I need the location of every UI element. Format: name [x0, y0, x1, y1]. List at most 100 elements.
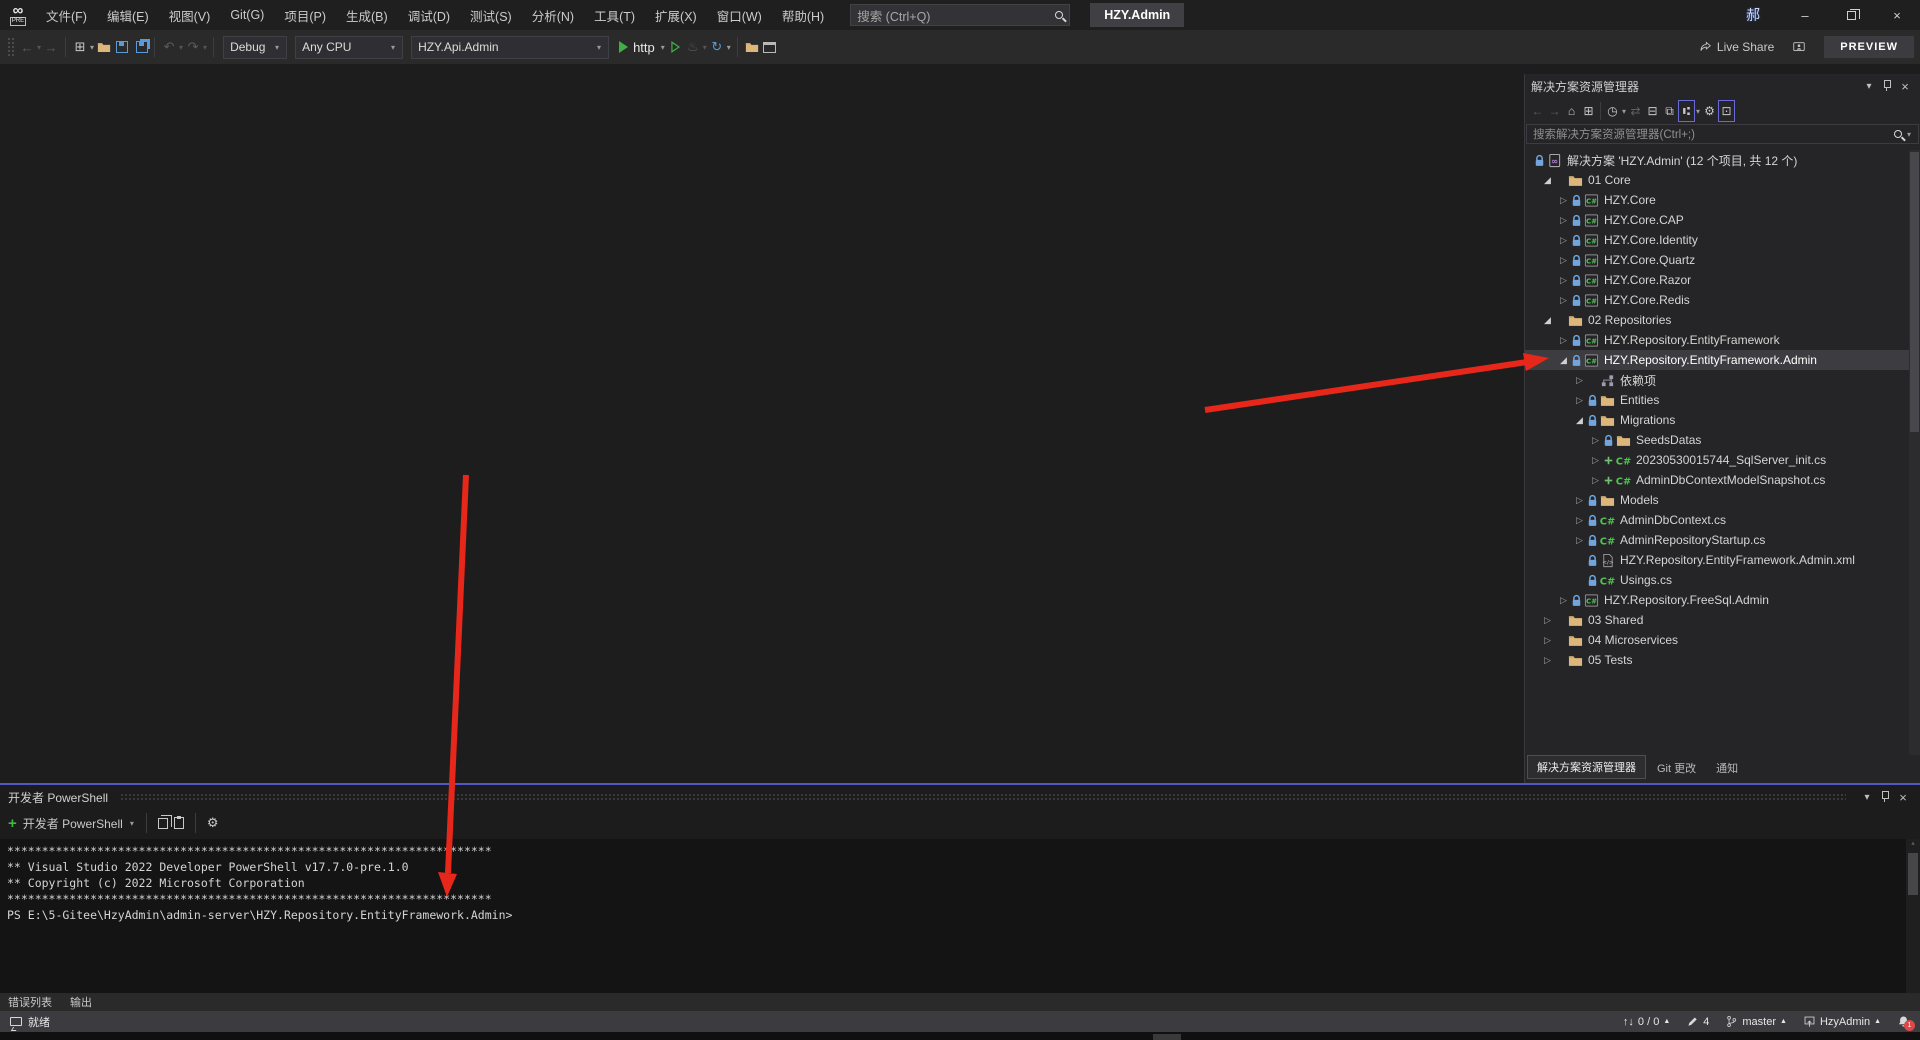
tree-row[interactable]: ▷依赖项 — [1525, 370, 1920, 390]
platform-dropdown[interactable]: Any CPU▾ — [295, 36, 403, 59]
menu-item-gitg[interactable]: Git(G) — [220, 0, 274, 30]
new-item-caret[interactable]: ▾ — [90, 43, 94, 52]
menu-item-h[interactable]: 帮助(H) — [772, 0, 834, 30]
restart-icon[interactable]: ↻ — [708, 35, 726, 59]
se-pending-changes-filter-icon[interactable]: ◷ — [1604, 100, 1621, 122]
tree-row[interactable]: ▷AdminDbContextModelSnapshot.cs — [1525, 470, 1920, 490]
se-preview-selected-toggle-icon[interactable]: ⊡ — [1718, 100, 1735, 122]
menu-item-f[interactable]: 文件(F) — [36, 0, 97, 30]
new-item-icon[interactable]: ⊞ — [71, 35, 89, 59]
window-position-caret-icon[interactable]: ▾ — [1858, 792, 1876, 803]
hot-reload-caret[interactable]: ▾ — [703, 43, 707, 52]
menu-item-v[interactable]: 视图(V) — [159, 0, 221, 30]
menu-item-x[interactable]: 扩展(X) — [645, 0, 707, 30]
account-avatar[interactable]: 郝 — [1746, 5, 1760, 25]
menu-item-p[interactable]: 项目(P) — [274, 0, 336, 30]
pin-icon[interactable] — [1876, 790, 1894, 805]
tree-row[interactable]: 解决方案 'HZY.Admin' (12 个项目, 共 12 个) — [1525, 150, 1920, 170]
se-nested-view-caret[interactable]: ▾ — [1696, 107, 1700, 116]
menu-item-s[interactable]: 测试(S) — [460, 0, 522, 30]
preview-button[interactable]: PREVIEW — [1824, 36, 1914, 58]
tree-row[interactable]: ▷05 Tests — [1525, 650, 1920, 670]
se-show-all-files-icon[interactable]: ⧉ — [1661, 100, 1678, 122]
tree-chevron-collapsed-icon[interactable]: ▷ — [1573, 375, 1586, 386]
se-tab-inactive[interactable]: Git 更改 — [1648, 757, 1705, 779]
menu-item-n[interactable]: 分析(N) — [522, 0, 584, 30]
copy-icon[interactable] — [158, 818, 168, 829]
feedback-icon[interactable] — [1792, 40, 1806, 54]
tree-row[interactable]: ▷HZY.Repository.EntityFramework — [1525, 330, 1920, 350]
git-repo-status[interactable]: HzyAdmin ▲ — [1803, 1015, 1881, 1028]
undo-icon[interactable]: ↶ — [160, 35, 178, 59]
tree-chevron-expanded-icon[interactable]: ◢ — [1541, 175, 1554, 186]
notifications-bell[interactable]: 1 — [1897, 1015, 1910, 1028]
tree-row[interactable]: HZY.Repository.EntityFramework.Admin.xml — [1525, 550, 1920, 570]
tree-row[interactable]: ▷AdminDbContext.cs — [1525, 510, 1920, 530]
se-home-icon[interactable]: ⌂ — [1563, 100, 1580, 122]
pending-edits-status[interactable]: 4 — [1686, 1015, 1709, 1028]
close-button[interactable]: × — [1874, 0, 1920, 30]
paste-icon[interactable] — [174, 817, 184, 829]
save-icon[interactable] — [113, 35, 131, 59]
chevron-down-icon[interactable]: ▾ — [130, 819, 134, 828]
se-back-icon[interactable]: ← — [1529, 100, 1546, 122]
se-forward-icon[interactable]: → — [1546, 100, 1563, 122]
live-share-button[interactable]: Live Share — [1690, 40, 1782, 54]
toolbar-grip[interactable] — [7, 37, 15, 57]
redo-caret[interactable]: ▾ — [203, 43, 207, 52]
tree-row[interactable]: ▷HZY.Core.Quartz — [1525, 250, 1920, 270]
nav-back-icon[interactable]: ← — [18, 35, 36, 59]
startup-project-dropdown[interactable]: HZY.Api.Admin▾ — [411, 36, 609, 59]
close-icon[interactable]: × — [1894, 790, 1912, 805]
tree-row[interactable]: ▷HZY.Repository.FreeSql.Admin — [1525, 590, 1920, 610]
tree-row[interactable]: ▷20230530015744_SqlServer_init.cs — [1525, 450, 1920, 470]
tree-row[interactable]: Usings.cs — [1525, 570, 1920, 590]
tree-row[interactable]: ▷HZY.Core.Identity — [1525, 230, 1920, 250]
configuration-dropdown[interactable]: Debug▾ — [223, 36, 287, 59]
tree-chevron-collapsed-icon[interactable]: ▷ — [1541, 615, 1554, 626]
terminal-scrollbar[interactable]: ▴ — [1906, 839, 1920, 995]
restore-button[interactable] — [1828, 0, 1874, 30]
se-switch-views-icon[interactable]: ⊞ — [1580, 100, 1597, 122]
se-nested-view-toggle-icon[interactable]: ⑆ — [1678, 100, 1695, 122]
nav-forward-icon[interactable]: → — [42, 35, 60, 59]
menu-item-b[interactable]: 生成(B) — [336, 0, 398, 30]
minimize-button[interactable]: – — [1782, 0, 1828, 30]
tree-row[interactable]: ▷HZY.Core — [1525, 190, 1920, 210]
tree-row[interactable]: ◢HZY.Repository.EntityFramework.Admin — [1525, 350, 1920, 370]
tree-row[interactable]: ▷HZY.Core.Razor — [1525, 270, 1920, 290]
start-without-debugging-button[interactable] — [666, 35, 684, 59]
solution-explorer-search-box[interactable]: 搜索解决方案资源管理器(Ctrl+;) ▾ — [1526, 124, 1919, 144]
panel-tab[interactable]: 输出 — [70, 994, 92, 1010]
start-debugging-button[interactable]: http ▾ — [619, 35, 666, 59]
tree-row[interactable]: ▷HZY.Core.CAP — [1525, 210, 1920, 230]
se-sync-active-document-icon[interactable]: ⇄ — [1627, 100, 1644, 122]
tree-row[interactable]: ▷Entities — [1525, 390, 1920, 410]
tree-row[interactable]: ▷SeedsDatas — [1525, 430, 1920, 450]
terminal-output[interactable]: ****************************************… — [0, 839, 1906, 993]
se-tab-active[interactable]: 解决方案资源管理器 — [1527, 755, 1646, 779]
quick-search-box[interactable]: 搜索 (Ctrl+Q) — [850, 4, 1070, 26]
tree-chevron-expanded-icon[interactable]: ◢ — [1541, 315, 1554, 326]
redo-icon[interactable]: ↷ — [184, 35, 202, 59]
new-terminal-icon[interactable]: + — [8, 815, 17, 832]
se-filter-caret[interactable]: ▾ — [1622, 107, 1626, 116]
git-branch-status[interactable]: master ▲ — [1725, 1015, 1787, 1028]
panel-tab[interactable]: 错误列表 — [8, 994, 52, 1010]
undo-caret[interactable]: ▾ — [179, 43, 183, 52]
tree-row[interactable]: ◢02 Repositories — [1525, 310, 1920, 330]
nav-back-caret[interactable]: ▾ — [37, 43, 41, 52]
open-folder-icon[interactable] — [95, 35, 113, 59]
se-collapse-all-icon[interactable]: ⊟ — [1644, 100, 1661, 122]
tree-row[interactable]: ▷04 Microservices — [1525, 630, 1920, 650]
tree-row[interactable]: ▷Models — [1525, 490, 1920, 510]
se-tab-inactive[interactable]: 通知 — [1707, 757, 1747, 779]
scrollbar-thumb[interactable] — [1908, 853, 1918, 895]
tree-row[interactable]: ◢01 Core — [1525, 170, 1920, 190]
git-sync-status[interactable]: ↑↓ 0 / 0 ▲ — [1623, 1016, 1670, 1028]
scrollbar-thumb[interactable] — [1910, 152, 1919, 432]
tree-row[interactable]: ▷HZY.Core.Redis — [1525, 290, 1920, 310]
save-all-icon[interactable] — [131, 35, 149, 59]
web-browser-icon[interactable] — [743, 35, 761, 59]
menu-item-d[interactable]: 调试(D) — [398, 0, 460, 30]
